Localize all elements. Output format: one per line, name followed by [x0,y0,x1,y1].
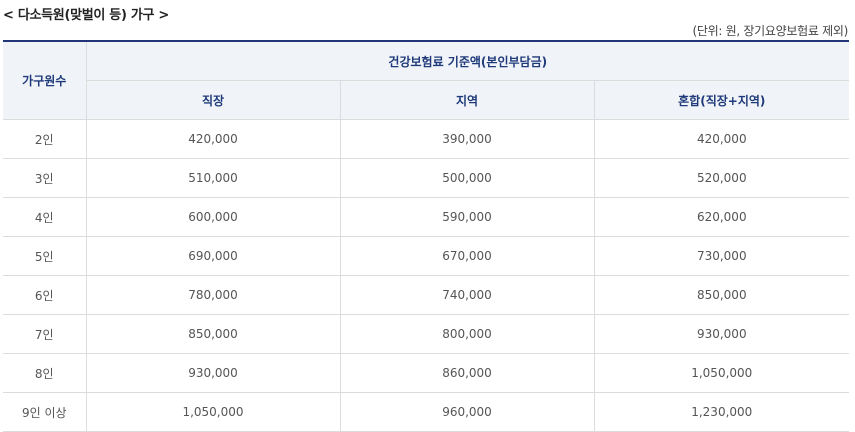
cell-regional: 590,000 [340,197,595,237]
header-col-mixed: 혼합(직장+지역) [594,80,850,120]
cell-regional: 500,000 [340,158,595,198]
cell-mixed: 1,230,000 [594,392,850,432]
cell-employee: 420,000 [86,119,341,159]
cell-employee: 510,000 [86,158,341,198]
cell-mixed: 850,000 [594,275,850,315]
cell-mixed: 620,000 [594,197,850,237]
table-row: 9인 이상 1,050,000 960,000 1,230,000 [3,392,850,432]
table-row: 4인 600,000 590,000 620,000 [3,197,850,237]
header-col-employee: 직장 [86,80,341,120]
row-label: 3인 [3,158,87,198]
unit-note: (단위: 원, 장기요양보험료 제외) [692,24,849,38]
cell-employee: 850,000 [86,314,341,354]
cell-employee: 930,000 [86,353,341,393]
row-label: 8인 [3,353,87,393]
cell-regional: 740,000 [340,275,595,315]
table-row: 3인 510,000 500,000 520,000 [3,158,850,198]
row-label: 2인 [3,119,87,159]
row-label: 7인 [3,314,87,354]
cell-mixed: 520,000 [594,158,850,198]
cell-regional: 960,000 [340,392,595,432]
cell-regional: 860,000 [340,353,595,393]
cell-employee: 780,000 [86,275,341,315]
row-label: 6인 [3,275,87,315]
header-col-regional: 지역 [340,80,595,120]
row-label: 9인 이상 [3,392,87,432]
cell-employee: 1,050,000 [86,392,341,432]
table-row: 2인 420,000 390,000 420,000 [3,119,850,159]
header-base-premium: 건강보험료 기준액(본인부담금) [86,41,850,81]
table-row: 5인 690,000 670,000 730,000 [3,236,850,276]
cell-mixed: 1,050,000 [594,353,850,393]
cell-regional: 670,000 [340,236,595,276]
cell-mixed: 930,000 [594,314,850,354]
cell-mixed: 730,000 [594,236,850,276]
cell-mixed: 420,000 [594,119,850,159]
cell-employee: 690,000 [86,236,341,276]
table-row: 6인 780,000 740,000 850,000 [3,275,850,315]
row-label: 5인 [3,236,87,276]
table-row: 8인 930,000 860,000 1,050,000 [3,353,850,393]
cell-regional: 800,000 [340,314,595,354]
premium-table: 가구원수 건강보험료 기준액(본인부담금) 직장 지역 혼합(직장+지역) 2인… [3,40,850,432]
row-label: 4인 [3,197,87,237]
table-heading: < 다소득원(맞벌이 등) 가구 > [3,8,169,23]
table-row: 7인 850,000 800,000 930,000 [3,314,850,354]
cell-employee: 600,000 [86,197,341,237]
header-household-size: 가구원수 [3,41,87,120]
cell-regional: 390,000 [340,119,595,159]
